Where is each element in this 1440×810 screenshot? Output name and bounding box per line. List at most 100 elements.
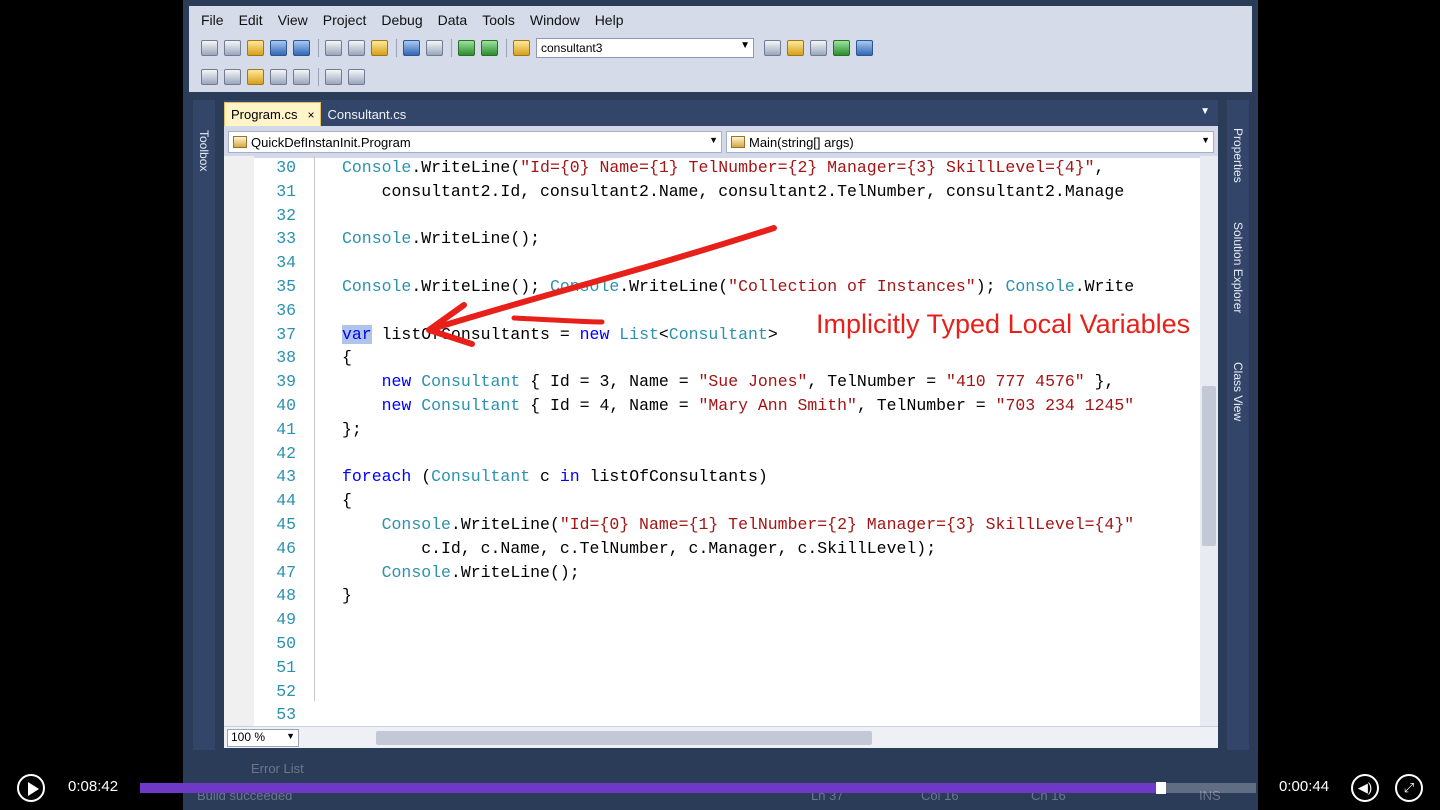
save-icon[interactable]: [270, 40, 287, 56]
toolbox-label[interactable]: Toolbox: [197, 130, 211, 171]
toolbar-separator: [396, 39, 397, 57]
display-object-member-list-icon[interactable]: [201, 69, 218, 85]
code-line[interactable]: 32: [224, 206, 1200, 229]
tab-consultant-cs[interactable]: Consultant.cs: [321, 102, 412, 126]
copy-icon[interactable]: [348, 40, 365, 56]
toolbox-icon[interactable]: [810, 40, 827, 56]
code-line[interactable]: 46 c.Id, c.Name, c.TelNumber, c.Manager,…: [224, 539, 1200, 562]
code-line[interactable]: 34: [224, 253, 1200, 276]
solution-explorer-icon[interactable]: [833, 40, 850, 56]
play-button[interactable]: [17, 774, 45, 802]
members-combo[interactable]: Main(string[] args) ▼: [726, 131, 1214, 153]
chevron-down-icon[interactable]: ▼: [1200, 106, 1210, 117]
code-area[interactable]: 30 Console.WriteLine("Id={0} Name={1} Tel…: [224, 156, 1200, 726]
undo-icon[interactable]: [403, 40, 420, 56]
volume-icon: ◀): [1357, 780, 1373, 795]
complete-word-icon[interactable]: [270, 69, 287, 85]
seek-handle[interactable]: [1155, 782, 1166, 794]
code-line[interactable]: 43 foreach (Consultant c in listOfConsult…: [224, 467, 1200, 490]
menu-view[interactable]: View: [278, 12, 308, 28]
save-all-icon[interactable]: [293, 40, 310, 56]
menu-window[interactable]: Window: [530, 12, 580, 28]
zoom-combo[interactable]: 100 % ▼: [227, 728, 299, 747]
code-line[interactable]: 33 Console.WriteLine();: [224, 229, 1200, 252]
code-line[interactable]: 53: [224, 705, 1200, 726]
menu-bar: File Edit View Project Debug Data Tools …: [189, 6, 1252, 34]
properties-tab[interactable]: Properties: [1231, 128, 1245, 183]
line-number: 34: [276, 253, 296, 273]
menu-help[interactable]: Help: [595, 12, 624, 28]
code-text[interactable]: Console.WriteLine();: [342, 229, 540, 248]
code-text[interactable]: Console.WriteLine();: [342, 563, 580, 582]
code-line[interactable]: 42: [224, 444, 1200, 467]
start-icon[interactable]: [481, 40, 498, 56]
code-line[interactable]: 39 new Consultant { Id = 3, Name = "Sue …: [224, 372, 1200, 395]
seek-bar[interactable]: [140, 782, 1256, 794]
code-line[interactable]: 35 Console.WriteLine(); Console.WriteLine…: [224, 277, 1200, 300]
code-line[interactable]: 44 {: [224, 491, 1200, 514]
add-item-icon[interactable]: [224, 40, 241, 56]
code-text[interactable]: new Consultant { Id = 4, Name = "Mary An…: [342, 396, 1135, 415]
types-combo[interactable]: QuickDefInstanInit.Program ▼: [228, 131, 722, 153]
new-project-icon[interactable]: [201, 40, 218, 56]
menu-data[interactable]: Data: [438, 12, 468, 28]
code-text[interactable]: Console.WriteLine("Id={0} Name={1} TelNu…: [342, 515, 1135, 534]
code-line[interactable]: 45 Console.WriteLine("Id={0} Name={1} Te…: [224, 515, 1200, 538]
code-line[interactable]: 52: [224, 682, 1200, 705]
vertical-scrollbar[interactable]: [1200, 156, 1218, 726]
code-text[interactable]: foreach (Consultant c in listOfConsultan…: [342, 467, 768, 486]
code-text[interactable]: };: [342, 420, 362, 439]
find-in-files-icon[interactable]: [513, 40, 530, 56]
code-line[interactable]: 31 consultant2.Id, consultant2.Name, con…: [224, 182, 1200, 205]
code-text[interactable]: }: [342, 586, 352, 605]
code-text[interactable]: var listOfConsultants = new List<Consult…: [342, 324, 778, 344]
cut-icon[interactable]: [325, 40, 342, 56]
paste-icon[interactable]: [371, 40, 388, 56]
code-line[interactable]: 38 {: [224, 348, 1200, 371]
code-text[interactable]: Console.WriteLine("Id={0} Name={1} TelNu…: [342, 158, 1104, 177]
toolbox-sidebar[interactable]: Toolbox: [193, 100, 215, 750]
open-file-icon[interactable]: [247, 40, 264, 56]
decrease-indent-icon[interactable]: [293, 69, 310, 85]
code-text[interactable]: {: [342, 491, 352, 510]
code-line[interactable]: 48}: [224, 586, 1200, 609]
menu-debug[interactable]: Debug: [381, 12, 422, 28]
solution-explorer-tab[interactable]: Solution Explorer: [1231, 222, 1245, 313]
properties-window-icon[interactable]: [787, 40, 804, 56]
line-number: 31: [276, 181, 296, 201]
code-text[interactable]: {: [342, 348, 352, 367]
close-icon[interactable]: ×: [307, 108, 314, 122]
code-text[interactable]: new Consultant { Id = 3, Name = "Sue Jon…: [342, 372, 1115, 391]
code-line[interactable]: 30 Console.WriteLine("Id={0} Name={1} Tel…: [224, 158, 1200, 181]
start-debugging-icon[interactable]: [458, 40, 475, 56]
menu-tools[interactable]: Tools: [482, 12, 515, 28]
code-text[interactable]: Console.WriteLine(); Console.WriteLine("…: [342, 277, 1134, 296]
vertical-scroll-thumb[interactable]: [1202, 386, 1216, 546]
code-line[interactable]: 40 new Consultant { Id = 4, Name = "Mary…: [224, 396, 1200, 419]
object-browser-icon[interactable]: [764, 40, 781, 56]
tab-program-cs[interactable]: Program.cs ×: [224, 102, 322, 126]
menu-project[interactable]: Project: [323, 12, 367, 28]
display-parameter-info-icon[interactable]: [224, 69, 241, 85]
solution-config-combo[interactable]: consultant3 ▼: [536, 38, 754, 58]
menu-edit[interactable]: Edit: [239, 12, 263, 28]
comment-out-icon[interactable]: [325, 69, 342, 85]
code-text[interactable]: consultant2.Id, consultant2.Name, consul…: [342, 182, 1125, 201]
chevron-down-icon: ▼: [740, 40, 750, 51]
uncomment-icon[interactable]: [348, 69, 365, 85]
horizontal-scroll-thumb[interactable]: [376, 731, 872, 745]
class-view-tab[interactable]: Class View: [1231, 362, 1245, 421]
fullscreen-button[interactable]: ⤢: [1395, 774, 1423, 802]
code-text[interactable]: c.Id, c.Name, c.TelNumber, c.Manager, c.…: [342, 539, 936, 558]
code-line[interactable]: 50: [224, 634, 1200, 657]
quick-info-icon[interactable]: [247, 69, 264, 85]
volume-button[interactable]: ◀): [1351, 774, 1379, 802]
code-line[interactable]: 49: [224, 610, 1200, 633]
code-line[interactable]: 41};: [224, 420, 1200, 443]
code-line[interactable]: 51: [224, 658, 1200, 681]
menu-file[interactable]: File: [201, 12, 224, 28]
class-view-icon[interactable]: [856, 40, 873, 56]
redo-icon[interactable]: [426, 40, 443, 56]
code-line[interactable]: 47 Console.WriteLine();: [224, 563, 1200, 586]
toolbar-separator: [318, 39, 319, 57]
